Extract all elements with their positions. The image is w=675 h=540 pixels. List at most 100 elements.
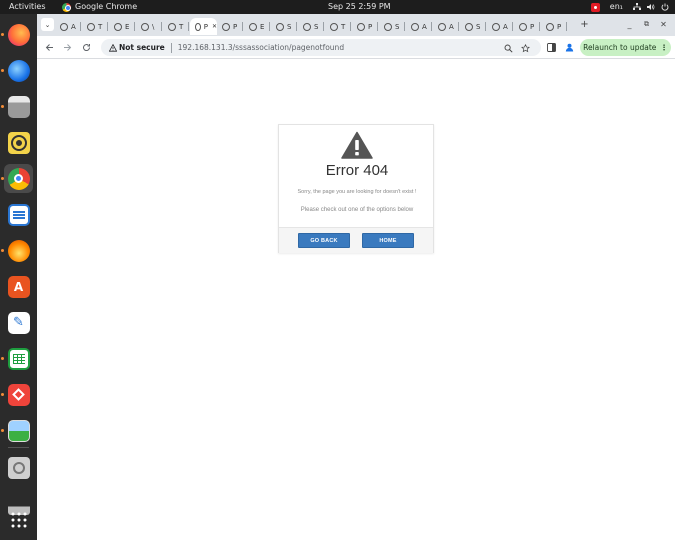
dock-rhythmbox[interactable] <box>4 128 33 157</box>
tab-separator <box>269 22 270 31</box>
tab-separator <box>431 22 432 31</box>
tab[interactable]: S <box>271 18 297 35</box>
clock[interactable]: Sep 25 2:59 PM <box>328 0 391 14</box>
firefox-icon <box>7 23 30 46</box>
tab-title: P <box>203 22 208 31</box>
tab-favicon-icon <box>60 22 68 31</box>
tab-separator <box>161 22 162 31</box>
tab[interactable]: A <box>406 18 432 35</box>
tab[interactable]: A <box>433 18 459 35</box>
relaunch-to-update-button[interactable]: Relaunch to update ⋮ <box>580 39 671 56</box>
tab[interactable]: E <box>109 18 135 35</box>
close-window-button[interactable]: ✕ <box>657 18 670 31</box>
warning-icon <box>341 131 373 159</box>
dock-thunderbird[interactable] <box>4 56 33 85</box>
tab[interactable]: P <box>541 18 567 35</box>
tab-separator <box>512 22 513 31</box>
tab[interactable]: P <box>352 18 378 35</box>
tab-favicon-icon <box>303 22 311 31</box>
tab-favicon-icon <box>276 22 284 31</box>
url-text[interactable]: 192.168.131.3/sssassociation/pagenotfoun… <box>178 43 344 52</box>
tab[interactable]: A <box>55 18 81 35</box>
tab-title: T <box>98 22 103 31</box>
dock-anydesk[interactable] <box>4 380 33 409</box>
reload-button[interactable] <box>79 40 93 54</box>
tab-strip: ⌄ A T E \ T P ✕ P E S S T P S A A S A P P + _ ⧉ ✕ <box>37 14 675 36</box>
side-panel-button[interactable] <box>546 42 556 52</box>
tab[interactable]: T <box>82 18 108 35</box>
address-bar[interactable]: Not secure 192.168.131.3/sssassociation/… <box>101 39 541 56</box>
system-top-bar: Activities Google Chrome Sep 25 2:59 PM … <box>0 0 675 14</box>
tab-favicon-icon <box>465 22 473 31</box>
chrome-icon <box>7 167 30 190</box>
tab-title: T <box>341 22 346 31</box>
go-back-button[interactable]: GO BACK <box>298 233 350 248</box>
security-indicator[interactable]: Not secure <box>109 43 165 52</box>
tab-favicon-icon <box>546 22 554 31</box>
tab[interactable]: E <box>244 18 270 35</box>
dock-chrome[interactable] <box>4 164 33 193</box>
screen-record-icon[interactable] <box>590 2 600 12</box>
activities-button[interactable]: Activities <box>9 0 46 14</box>
dock: A ✎ <box>0 14 37 540</box>
tab-favicon-icon <box>330 22 338 31</box>
tab-favicon-icon <box>168 22 176 31</box>
dock-separator <box>8 447 29 448</box>
show-apps-button[interactable] <box>4 505 33 534</box>
tab[interactable]: S <box>460 18 486 35</box>
side-panel-icon <box>546 42 556 52</box>
error-card: Error 404 Sorry, the page you are lookin… <box>278 124 434 253</box>
tab[interactable]: A <box>487 18 513 35</box>
tab-title: A <box>503 22 508 31</box>
minimize-button[interactable]: _ <box>623 18 636 31</box>
dock-image-viewer[interactable] <box>4 416 33 445</box>
dock-libreoffice-writer[interactable] <box>4 200 33 229</box>
tab-favicon-icon <box>492 22 500 31</box>
maximize-button[interactable]: ⧉ <box>640 18 653 31</box>
tab[interactable]: T <box>325 18 351 35</box>
tab[interactable]: \ <box>136 18 162 35</box>
tab[interactable]: P ✕ <box>190 18 217 35</box>
keyboard-layout-indicator[interactable]: en₁ <box>610 0 623 14</box>
tab-search-button[interactable]: ⌄ <box>41 18 54 31</box>
dock-text-editor[interactable]: ✎ <box>4 308 33 337</box>
tab-title: E <box>260 22 265 31</box>
volume-icon <box>647 4 655 10</box>
thunderbird-icon <box>7 59 30 82</box>
text-editor-icon: ✎ <box>7 311 30 334</box>
tab-separator <box>134 22 135 31</box>
app-menu[interactable]: Google Chrome <box>62 0 137 14</box>
running-indicator <box>1 249 4 252</box>
tab[interactable]: P <box>217 18 243 35</box>
error-message: Sorry, the page you are looking for does… <box>297 189 417 195</box>
forward-button[interactable] <box>60 40 74 54</box>
dock-burner[interactable] <box>4 236 33 265</box>
network-icon <box>633 3 641 10</box>
bookmark-star-icon[interactable] <box>520 43 530 53</box>
tab-title: P <box>368 22 373 31</box>
tab-title: P <box>530 22 535 31</box>
dock-app-center[interactable]: A <box>4 272 33 301</box>
calc-icon <box>7 347 30 370</box>
tab-title: S <box>287 22 292 31</box>
tab[interactable]: S <box>298 18 324 35</box>
dock-firefox[interactable] <box>4 20 33 49</box>
profile-avatar-icon <box>565 43 573 51</box>
new-tab-button[interactable]: + <box>578 18 591 31</box>
tab[interactable]: T <box>163 18 189 35</box>
tab-title: E <box>125 22 130 31</box>
dock-libreoffice-calc[interactable] <box>4 344 33 373</box>
home-button[interactable]: HOME <box>362 233 414 248</box>
zoom-icon[interactable] <box>503 43 513 53</box>
tab[interactable]: S <box>379 18 405 35</box>
tab[interactable]: P <box>514 18 540 35</box>
system-tray[interactable]: en₁ <box>590 0 669 14</box>
tab-favicon-icon <box>357 22 365 31</box>
running-indicator <box>1 429 4 432</box>
dock-files[interactable] <box>4 92 33 121</box>
dock-disk[interactable] <box>4 453 33 482</box>
back-button[interactable] <box>42 40 56 54</box>
tab-separator <box>350 22 351 31</box>
reload-icon <box>82 43 90 51</box>
profile-button[interactable] <box>564 42 574 52</box>
